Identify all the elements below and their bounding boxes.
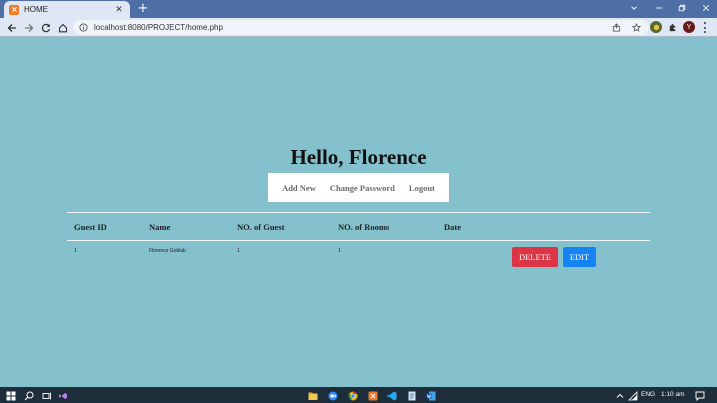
language-indicator[interactable]: ENG xyxy=(641,391,655,398)
file-explorer-icon[interactable] xyxy=(307,390,318,401)
show-hidden-icons-icon[interactable] xyxy=(614,390,625,401)
notepad-icon[interactable] xyxy=(406,390,417,401)
column-header-guests: NO. of Guest xyxy=(237,222,285,232)
cell-guest-id: 1 xyxy=(74,248,77,254)
browser-menu-icon[interactable] xyxy=(702,22,708,33)
tab-title: HOME xyxy=(24,5,48,14)
extensions-puzzle-icon[interactable] xyxy=(666,21,678,33)
reload-icon[interactable] xyxy=(39,21,52,34)
delete-button[interactable]: DELETE xyxy=(512,247,558,267)
add-new-link[interactable]: Add New xyxy=(282,183,316,193)
tab-search-icon[interactable] xyxy=(627,2,641,14)
word-icon[interactable] xyxy=(425,390,436,401)
search-icon[interactable] xyxy=(23,390,34,401)
back-arrow-icon[interactable] xyxy=(5,21,18,34)
column-header-rooms: NO. of Rooms xyxy=(338,222,390,232)
column-header-date: Date xyxy=(444,222,461,232)
wifi-icon[interactable] xyxy=(627,390,638,401)
column-header-guest-id: Guest ID xyxy=(74,222,107,232)
table-header-row: Guest ID Name NO. of Guest NO. of Rooms … xyxy=(67,213,650,240)
bookmark-star-icon[interactable] xyxy=(631,22,641,32)
action-menu: Add New Change Password Logout xyxy=(268,173,449,202)
home-icon[interactable] xyxy=(56,21,69,34)
windows-taskbar: ENG 1:10 am xyxy=(0,387,717,403)
minimize-button[interactable] xyxy=(652,2,666,14)
cell-name: Florence Goblab xyxy=(149,248,186,254)
column-header-name: Name xyxy=(149,222,171,232)
vscode-icon[interactable] xyxy=(386,390,397,401)
xampp-favicon-icon xyxy=(9,4,19,15)
logout-link[interactable]: Logout xyxy=(409,183,435,193)
forward-arrow-icon[interactable] xyxy=(22,21,35,34)
browser-tab[interactable]: HOME ✕ xyxy=(4,1,130,18)
cell-guests: 1 xyxy=(237,248,240,254)
chrome-taskbar-icon[interactable] xyxy=(347,390,358,401)
url-text: localhost:8080/PROJECT/home.php xyxy=(94,23,223,32)
windows-start-icon[interactable] xyxy=(5,390,16,401)
xampp-taskbar-icon[interactable] xyxy=(367,390,378,401)
new-tab-button[interactable]: + xyxy=(136,2,150,16)
table-row: 1 Florence Goblab 1 1 DELETE EDIT xyxy=(67,241,650,267)
edit-button[interactable]: EDIT xyxy=(563,247,596,267)
greeting-heading: Hello, Florence xyxy=(290,145,427,169)
restore-button[interactable] xyxy=(675,2,689,14)
visual-studio-icon[interactable] xyxy=(57,390,68,401)
close-window-button[interactable] xyxy=(699,2,713,14)
tab-close-icon[interactable]: ✕ xyxy=(113,5,125,15)
change-password-link[interactable]: Change Password xyxy=(330,183,395,193)
cell-rooms: 1 xyxy=(338,248,341,254)
browser-tab-strip: HOME ✕ + xyxy=(0,0,717,18)
bookings-table: Guest ID Name NO. of Guest NO. of Rooms … xyxy=(67,212,650,267)
zoom-app-icon[interactable] xyxy=(327,390,338,401)
task-view-icon[interactable] xyxy=(41,390,52,401)
profile-avatar[interactable]: Y xyxy=(683,21,695,33)
clock[interactable]: 1:10 am xyxy=(661,391,685,398)
browser-toolbar: localhost:8080/PROJECT/home.php Y xyxy=(0,18,717,37)
info-icon[interactable] xyxy=(79,23,88,32)
notifications-icon[interactable] xyxy=(694,390,705,401)
address-bar[interactable]: localhost:8080/PROJECT/home.php xyxy=(73,20,649,35)
extension-icon[interactable] xyxy=(650,21,662,33)
share-icon[interactable] xyxy=(611,22,621,32)
